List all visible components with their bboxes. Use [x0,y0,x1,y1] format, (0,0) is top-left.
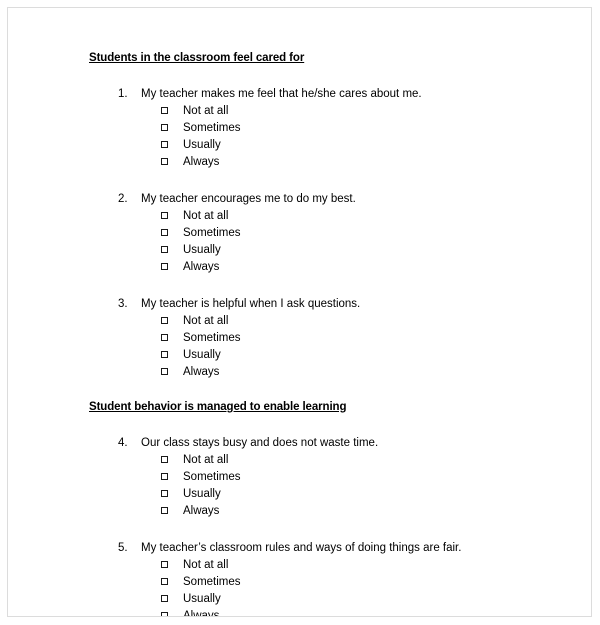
option-row[interactable]: Sometimes [89,469,559,486]
option-label: Not at all [183,105,229,117]
option-label: Sometimes [183,576,241,588]
options-list: Not at all Sometimes Usually Always [89,208,559,276]
checkbox-icon[interactable] [161,351,168,358]
checkbox-icon[interactable] [161,612,168,616]
option-label: Always [183,366,220,378]
option-row[interactable]: Always [89,608,559,617]
option-label: Not at all [183,210,229,222]
option-row[interactable]: Sometimes [89,330,559,347]
checkbox-icon[interactable] [161,158,168,165]
heading-spacer [89,415,559,435]
question-line: 3. My teacher is helpful when I ask quest… [89,296,559,313]
checkbox-icon[interactable] [161,473,168,480]
heading-spacer [89,66,559,86]
option-label: Always [183,505,220,517]
checkbox-icon[interactable] [161,246,168,253]
option-row[interactable]: Usually [89,591,559,608]
options-list: Not at all Sometimes Usually Always [89,313,559,381]
question-line: 2. My teacher encourages me to do my best… [89,191,559,208]
checkbox-icon[interactable] [161,578,168,585]
question-item: 4. Our class stays busy and does not wast… [89,435,559,520]
options-list: Not at all Sometimes Usually Always [89,103,559,171]
option-row[interactable]: Not at all [89,208,559,225]
question-number: 1. [118,88,128,100]
question-number: 3. [118,298,128,310]
question-item: 5. My teacher’s classroom rules and ways … [89,540,559,617]
question-text: My teacher encourages me to do my best. [141,193,356,205]
option-row[interactable]: Usually [89,137,559,154]
question-line: 1. My teacher makes me feel that he/she c… [89,86,559,103]
checkbox-icon[interactable] [161,561,168,568]
option-row[interactable]: Usually [89,486,559,503]
options-list: Not at all Sometimes Usually Always [89,452,559,520]
question-item: 1. My teacher makes me feel that he/she c… [89,86,559,171]
option-row[interactable]: Not at all [89,452,559,469]
option-label: Not at all [183,315,229,327]
options-list: Not at all Sometimes Usually Always [89,557,559,617]
section-heading: Students in the classroom feel cared for [89,52,305,64]
option-label: Sometimes [183,122,241,134]
option-label: Sometimes [183,227,241,239]
option-row[interactable]: Not at all [89,313,559,330]
option-row[interactable]: Sometimes [89,574,559,591]
checkbox-icon[interactable] [161,595,168,602]
question-text: My teacher makes me feel that he/she car… [141,88,422,100]
option-label: Usually [183,488,221,500]
checkbox-icon[interactable] [161,229,168,236]
option-row[interactable]: Not at all [89,103,559,120]
option-row[interactable]: Usually [89,242,559,259]
question-line: 5. My teacher’s classroom rules and ways … [89,540,559,557]
option-label: Not at all [183,454,229,466]
question-item: 3. My teacher is helpful when I ask quest… [89,296,559,381]
option-row[interactable]: Always [89,259,559,276]
question-line: 4. Our class stays busy and does not wast… [89,435,559,452]
option-row[interactable]: Sometimes [89,120,559,137]
option-label: Usually [183,593,221,605]
question-text: My teacher’s classroom rules and ways of… [141,542,462,554]
checkbox-icon[interactable] [161,212,168,219]
option-label: Usually [183,349,221,361]
option-label: Usually [183,139,221,151]
questions-list: 1. My teacher makes me feel that he/she c… [89,86,559,381]
checkbox-icon[interactable] [161,507,168,514]
option-label: Sometimes [183,471,241,483]
option-label: Always [183,156,220,168]
checkbox-icon[interactable] [161,317,168,324]
checkbox-icon[interactable] [161,368,168,375]
section-heading: Student behavior is managed to enable le… [89,401,347,413]
document-body: Students in the classroom feel cared for… [89,51,559,617]
checkbox-icon[interactable] [161,456,168,463]
section-block: Student behavior is managed to enable le… [89,400,559,617]
question-number: 5. [118,542,128,554]
checkbox-icon[interactable] [161,124,168,131]
option-row[interactable]: Always [89,154,559,171]
option-label: Always [183,261,220,273]
document-page: Students in the classroom feel cared for… [7,7,592,617]
option-row[interactable]: Sometimes [89,225,559,242]
checkbox-icon[interactable] [161,141,168,148]
checkbox-icon[interactable] [161,263,168,270]
question-text: Our class stays busy and does not waste … [141,437,379,449]
option-row[interactable]: Not at all [89,557,559,574]
checkbox-icon[interactable] [161,334,168,341]
question-number: 2. [118,193,128,205]
checkbox-icon[interactable] [161,490,168,497]
option-label: Not at all [183,559,229,571]
question-text: My teacher is helpful when I ask questio… [141,298,361,310]
option-row[interactable]: Always [89,503,559,520]
option-label: Always [183,610,220,617]
section-block: Students in the classroom feel cared for… [89,51,559,381]
questions-list: 4. Our class stays busy and does not wast… [89,435,559,617]
question-item: 2. My teacher encourages me to do my best… [89,191,559,276]
option-row[interactable]: Usually [89,347,559,364]
option-label: Sometimes [183,332,241,344]
option-label: Usually [183,244,221,256]
question-number: 4. [118,437,128,449]
checkbox-icon[interactable] [161,107,168,114]
option-row[interactable]: Always [89,364,559,381]
